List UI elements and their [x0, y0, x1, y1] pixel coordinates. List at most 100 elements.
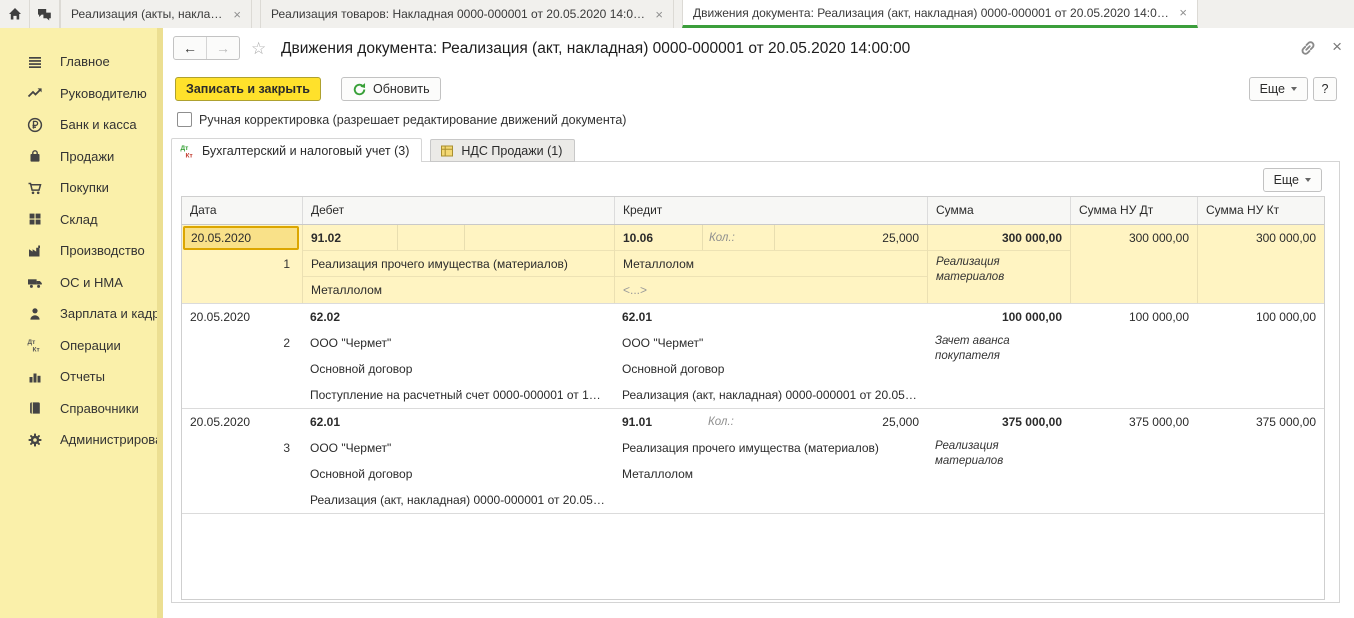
get-link-icon[interactable]: [1298, 38, 1318, 58]
vat-table-icon: [439, 143, 455, 159]
operation-comment: Зачет аванса покупателя: [927, 330, 1053, 364]
more-button[interactable]: Еще: [1249, 77, 1308, 101]
sidebar-item-label: Главное: [60, 54, 110, 69]
sum-nu-dt-value: 100 000,00: [1070, 304, 1197, 330]
book-icon: [27, 400, 43, 416]
favorite-star-icon[interactable]: ☆: [251, 37, 266, 61]
analytics-line: Реализация прочего имущества (материалов…: [614, 435, 927, 461]
sidebar-item-label: Отчеты: [60, 369, 105, 384]
qty-label: Кол.:: [702, 409, 774, 435]
sum-nu-kt-value: 375 000,00: [1197, 409, 1324, 435]
factory-icon: [27, 243, 43, 259]
sidebar-item[interactable]: Производство: [0, 235, 157, 267]
sidebar-item[interactable]: Зарплата и кадры: [0, 298, 157, 330]
main-area: ← → ☆ Движения документа: Реализация (ак…: [163, 28, 1354, 618]
account-number: 10.06: [615, 225, 703, 250]
doc-tab[interactable]: НДС Продажи (1): [430, 139, 575, 162]
sum-nu-kt-cell: 100 000,00: [1197, 304, 1324, 408]
help-button[interactable]: ?: [1313, 77, 1337, 101]
window-tab-label: Реализация (акты, накладные): [71, 7, 224, 21]
chart-icon: [27, 369, 43, 385]
sidebar-item[interactable]: Главное: [0, 46, 157, 78]
chat-icon[interactable]: [30, 0, 60, 28]
close-form-icon[interactable]: ×: [1332, 35, 1342, 59]
svg-text:Дт: Дт: [28, 339, 36, 346]
column-header: Сумма: [927, 197, 1070, 224]
qty-value: 25,000: [775, 225, 927, 250]
account-cell: 91.02Реализация прочего имущества (матер…: [302, 225, 614, 303]
sum-nu-kt-value: 100 000,00: [1197, 304, 1324, 330]
column-header: Кредит: [614, 197, 927, 224]
back-button[interactable]: ←: [174, 37, 206, 59]
qty-value: [465, 225, 614, 250]
home-icon[interactable]: [0, 0, 30, 28]
sidebar-item[interactable]: ДтКтОперации: [0, 330, 157, 362]
sidebar-item[interactable]: Склад: [0, 204, 157, 236]
movements-table: ДатаДебетКредитСуммаСумма НУ ДтСумма НУ …: [181, 196, 1325, 600]
table-row[interactable]: 20.05.2020191.02Реализация прочего имуще…: [182, 225, 1324, 304]
sidebar-item-label: Руководителю: [60, 86, 147, 101]
table-more-button[interactable]: Еще: [1263, 168, 1322, 192]
sidebar-item[interactable]: ОС и НМА: [0, 267, 157, 299]
table-row[interactable]: 20.05.2020362.01ООО "Чермет"Основной дог…: [182, 409, 1324, 514]
account-cell: 91.01Кол.:25,000Реализация прочего имуще…: [614, 409, 927, 513]
account-number: 91.02: [303, 225, 398, 250]
analytics-line: Металлолом: [615, 251, 927, 277]
sum-nu-kt-value: 300 000,00: [1198, 225, 1324, 251]
date-cell: 20.05.20201: [182, 225, 302, 303]
table-more-label: Еще: [1274, 173, 1299, 187]
table-row[interactable]: 20.05.2020262.02ООО "Чермет"Основной дог…: [182, 304, 1324, 409]
doc-tab[interactable]: ДтКтБухгалтерский и налоговый учет (3): [171, 138, 422, 162]
account-line: 10.06Кол.:25,000: [615, 225, 927, 251]
sum-nu-dt-value: 300 000,00: [1071, 225, 1197, 251]
row-number: 2: [182, 330, 302, 356]
account-line: 62.01: [302, 409, 614, 435]
tab-content-panel: Еще ДатаДебетКредитСуммаСумма НУ ДтСумма…: [171, 161, 1340, 603]
save-and-close-button[interactable]: Записать и закрыть: [175, 77, 321, 101]
sidebar-item[interactable]: Отчеты: [0, 361, 157, 393]
sum-nu-dt-cell: 100 000,00: [1070, 304, 1197, 408]
account-cell: 10.06Кол.:25,000Металлолом<...>: [614, 225, 927, 303]
account-line: 91.02: [303, 225, 614, 251]
analytics-line: Реализация (акт, накладная) 0000-000001 …: [302, 487, 614, 513]
window-tab[interactable]: Движения документа: Реализация (акт, нак…: [682, 0, 1198, 28]
bag-icon: [27, 148, 43, 164]
sidebar-item-label: Зарплата и кадры: [60, 306, 169, 321]
tab-close-icon[interactable]: ×: [655, 7, 663, 22]
sidebar-item[interactable]: Справочники: [0, 393, 157, 425]
account-line: 91.01Кол.:25,000: [614, 409, 927, 435]
qty-label: [398, 225, 465, 250]
refresh-button[interactable]: Обновить: [341, 77, 441, 101]
table-body: 20.05.2020191.02Реализация прочего имуще…: [182, 225, 1324, 514]
analytics-line: Реализация (акт, накладная) 0000-000001 …: [614, 382, 927, 408]
doc-tab-label: НДС Продажи (1): [461, 144, 562, 158]
column-header: Сумма НУ Кт: [1197, 197, 1324, 224]
sidebar-item[interactable]: Администрирование: [0, 424, 157, 456]
sidebar-item[interactable]: Руководителю: [0, 78, 157, 110]
tab-close-icon[interactable]: ×: [1179, 5, 1187, 20]
refresh-icon: [352, 82, 367, 97]
forward-button[interactable]: →: [206, 37, 239, 59]
sidebar-item[interactable]: Покупки: [0, 172, 157, 204]
manual-adjustment-label: Ручная корректировка (разрешает редактир…: [199, 113, 626, 127]
sum-value: 375 000,00: [927, 409, 1070, 435]
sidebar-item[interactable]: Банк и касса: [0, 109, 157, 141]
refresh-label: Обновить: [373, 82, 430, 96]
sum-cell: 300 000,00Реализация материалов: [927, 225, 1070, 303]
manual-adjustment-checkbox[interactable]: [177, 112, 192, 127]
sum-nu-dt-cell: 375 000,00: [1070, 409, 1197, 513]
analytics-line: <...>: [615, 277, 927, 303]
sum-nu-dt-cell: 300 000,00: [1070, 225, 1197, 303]
analytics-line: Поступление на расчетный счет 0000-00000…: [302, 382, 614, 408]
window-tab-bar: Реализация (акты, накладные)×Реализация …: [0, 0, 1354, 29]
sidebar-item-label: ОС и НМА: [60, 275, 123, 290]
qty-value: 25,000: [774, 409, 927, 435]
window-tab[interactable]: Реализация (акты, накладные) ×: [60, 0, 252, 28]
tab-close-icon[interactable]: ×: [233, 7, 241, 22]
sidebar-item[interactable]: Продажи: [0, 141, 157, 173]
window-tab[interactable]: Реализация товаров: Накладная 0000-00000…: [260, 0, 674, 28]
column-header: Дата: [182, 197, 302, 224]
date-cell: 20.05.20203: [182, 409, 302, 513]
account-line: 62.01: [614, 304, 927, 330]
account-cell: 62.02ООО "Чермет"Основной договорПоступл…: [302, 304, 614, 408]
